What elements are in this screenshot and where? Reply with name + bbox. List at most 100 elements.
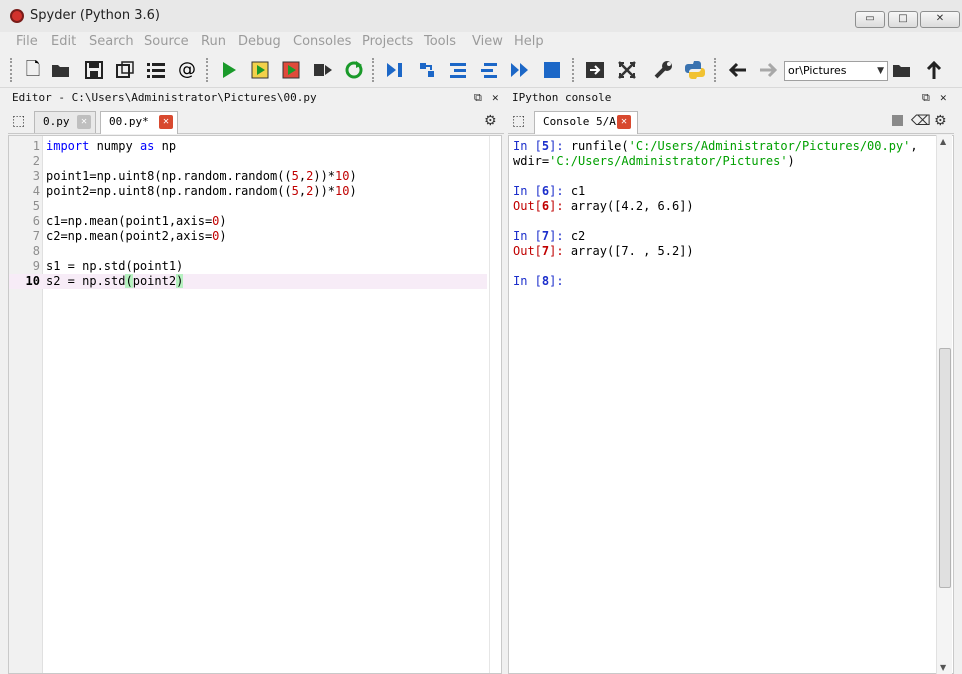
console-pane-header: IPython console ⧉ ✕ xyxy=(508,88,954,108)
working-directory-combo[interactable]: or\Pictures ▼ xyxy=(784,61,888,81)
minimize-button[interactable]: ▭ xyxy=(855,11,885,28)
debug-icon[interactable] xyxy=(384,59,406,81)
code-editor[interactable]: 1 import numpy as np 2 3 point1=np.uint8(n… xyxy=(8,135,502,674)
toolbar-grip-icon[interactable] xyxy=(372,58,376,82)
menu-source[interactable]: Source xyxy=(144,34,189,49)
tab-label: Console 5/A xyxy=(543,115,616,128)
code-line[interactable]: 3 point1=np.uint8(np.random.random((5,2))… xyxy=(9,169,487,184)
toolbar-grip-icon[interactable] xyxy=(714,58,718,82)
menu-edit[interactable]: Edit xyxy=(51,34,76,49)
console-line: wdir='C:/Users/Administrator/Pictures') xyxy=(513,154,795,168)
toolbar-grip-icon[interactable] xyxy=(572,58,576,82)
code-text: c1=np.mean(point1,axis=0) xyxy=(46,214,227,228)
code-line[interactable]: 5 xyxy=(9,199,487,214)
menu-view[interactable]: View xyxy=(472,34,503,49)
menu-bar: File Edit Search Source Run Debug Consol… xyxy=(0,32,962,52)
code-line[interactable]: 1 import numpy as np xyxy=(9,139,487,154)
tab-0-py[interactable]: 0.py ✕ xyxy=(34,111,96,133)
console-line: Out[7]: array([7. , 5.2]) xyxy=(513,244,694,258)
new-file-icon[interactable]: 🗋 xyxy=(22,59,44,81)
tab-label: 00.py* xyxy=(109,115,149,128)
step-into-icon[interactable] xyxy=(447,59,469,81)
window-title: Spyder (Python 3.6) xyxy=(30,8,160,23)
editor-options-gear-icon[interactable]: ⚙ xyxy=(484,113,497,129)
clear-console-eraser-icon[interactable]: ⌫ xyxy=(911,113,931,129)
python-path-icon[interactable] xyxy=(684,59,706,81)
code-text: point1=np.uint8(np.random.random((5,2))*… xyxy=(46,169,357,183)
editor-pane-header: Editor - C:\Users\Administrator\Pictures… xyxy=(8,88,504,108)
code-text: point2=np.uint8(np.random.random((5,2))*… xyxy=(46,184,357,198)
menu-help[interactable]: Help xyxy=(514,34,544,49)
menu-projects[interactable]: Projects xyxy=(362,34,413,49)
code-line[interactable]: 7 c2=np.mean(point2,axis=0) xyxy=(9,229,487,244)
console-input-prompt[interactable]: In [8]: xyxy=(513,274,564,289)
toolbar-grip-icon[interactable] xyxy=(10,58,14,82)
close-pane-icon[interactable]: ✕ xyxy=(940,88,947,108)
forward-arrow-icon xyxy=(757,59,779,81)
run-cell-icon[interactable] xyxy=(250,59,272,81)
menu-consoles[interactable]: Consoles xyxy=(293,34,351,49)
preferences-wrench-icon[interactable] xyxy=(652,59,674,81)
console-tab-bar: ⬚ Console 5/A ✕ ⌫ ⚙ xyxy=(508,109,954,134)
code-line[interactable]: 2 xyxy=(9,154,487,169)
tab-console-5a[interactable]: Console 5/A ✕ xyxy=(534,111,638,134)
parent-directory-icon[interactable] xyxy=(923,59,945,81)
browse-folder-icon[interactable] xyxy=(891,59,913,81)
edge-line xyxy=(489,136,490,673)
browse-tabs-icon[interactable]: ⬚ xyxy=(12,113,25,129)
stop-debug-icon[interactable] xyxy=(541,59,563,81)
outline-list-icon[interactable] xyxy=(145,59,167,81)
at-sign-icon[interactable]: @ xyxy=(176,59,198,81)
console-scrollbar[interactable]: ▲ ▼ xyxy=(936,135,952,674)
undock-icon[interactable]: ⧉ xyxy=(474,88,482,108)
working-directory-value: or\Pictures xyxy=(788,64,847,77)
code-line[interactable]: 9 s1 = np.std(point1) xyxy=(9,259,487,274)
console-line: In [7]: c2 xyxy=(513,229,586,243)
stop-kernel-icon[interactable] xyxy=(892,115,903,126)
menu-file[interactable]: File xyxy=(16,34,38,49)
scroll-up-icon[interactable]: ▲ xyxy=(940,137,946,146)
code-line[interactable]: 6 c1=np.mean(point1,axis=0) xyxy=(9,214,487,229)
menu-debug[interactable]: Debug xyxy=(238,34,281,49)
console-options-gear-icon[interactable]: ⚙ xyxy=(934,113,947,129)
menu-search[interactable]: Search xyxy=(89,34,134,49)
browse-tabs-icon[interactable]: ⬚ xyxy=(512,113,525,129)
close-tab-icon[interactable]: ✕ xyxy=(159,115,173,129)
save-all-icon[interactable] xyxy=(114,59,136,81)
code-text: import numpy as np xyxy=(46,139,177,153)
close-window-button[interactable]: ✕ xyxy=(920,11,960,28)
undock-icon[interactable]: ⧉ xyxy=(922,88,930,108)
continue-icon[interactable] xyxy=(509,59,531,81)
code-line[interactable]: 4 point2=np.uint8(np.random.random((5,2))… xyxy=(9,184,487,199)
rerun-icon[interactable] xyxy=(343,59,365,81)
editor-tab-bar: ⬚ 0.py ✕ 00.py* ✕ ⚙ xyxy=(8,109,504,134)
ipython-console[interactable]: In [5]: runfile('C:/Users/Administrator/… xyxy=(508,135,954,674)
back-arrow-icon[interactable] xyxy=(727,59,749,81)
chevron-down-icon[interactable]: ▼ xyxy=(877,62,884,80)
step-return-icon[interactable] xyxy=(478,59,500,81)
close-tab-icon[interactable]: ✕ xyxy=(77,115,91,129)
maximize-pane-icon[interactable] xyxy=(584,59,606,81)
scrollbar-thumb[interactable] xyxy=(939,348,951,588)
close-pane-icon[interactable]: ✕ xyxy=(492,88,499,108)
code-line[interactable]: 8 xyxy=(9,244,487,259)
spyder-logo-icon xyxy=(10,9,24,23)
tab-00-py[interactable]: 00.py* ✕ xyxy=(100,111,178,134)
title-bar: Spyder (Python 3.6) ▭ □ ✕ xyxy=(0,0,962,32)
run-icon[interactable] xyxy=(218,59,240,81)
fullscreen-icon[interactable] xyxy=(616,59,638,81)
close-tab-icon[interactable]: ✕ xyxy=(617,115,631,129)
current-code-line[interactable]: 10 s2 = np.std(point2) xyxy=(9,274,487,289)
menu-tools[interactable]: Tools xyxy=(424,34,456,49)
scroll-down-icon[interactable]: ▼ xyxy=(940,663,946,672)
menu-run[interactable]: Run xyxy=(201,34,226,49)
tab-label: 0.py xyxy=(43,115,70,128)
run-cell-advance-icon[interactable] xyxy=(281,59,303,81)
step-icon[interactable] xyxy=(416,59,438,81)
open-file-icon[interactable] xyxy=(50,59,72,81)
code-text: c2=np.mean(point2,axis=0) xyxy=(46,229,227,243)
maximize-button[interactable]: □ xyxy=(888,11,918,28)
save-file-icon[interactable] xyxy=(83,59,105,81)
toolbar-grip-icon[interactable] xyxy=(206,58,210,82)
run-selection-icon[interactable] xyxy=(312,59,334,81)
